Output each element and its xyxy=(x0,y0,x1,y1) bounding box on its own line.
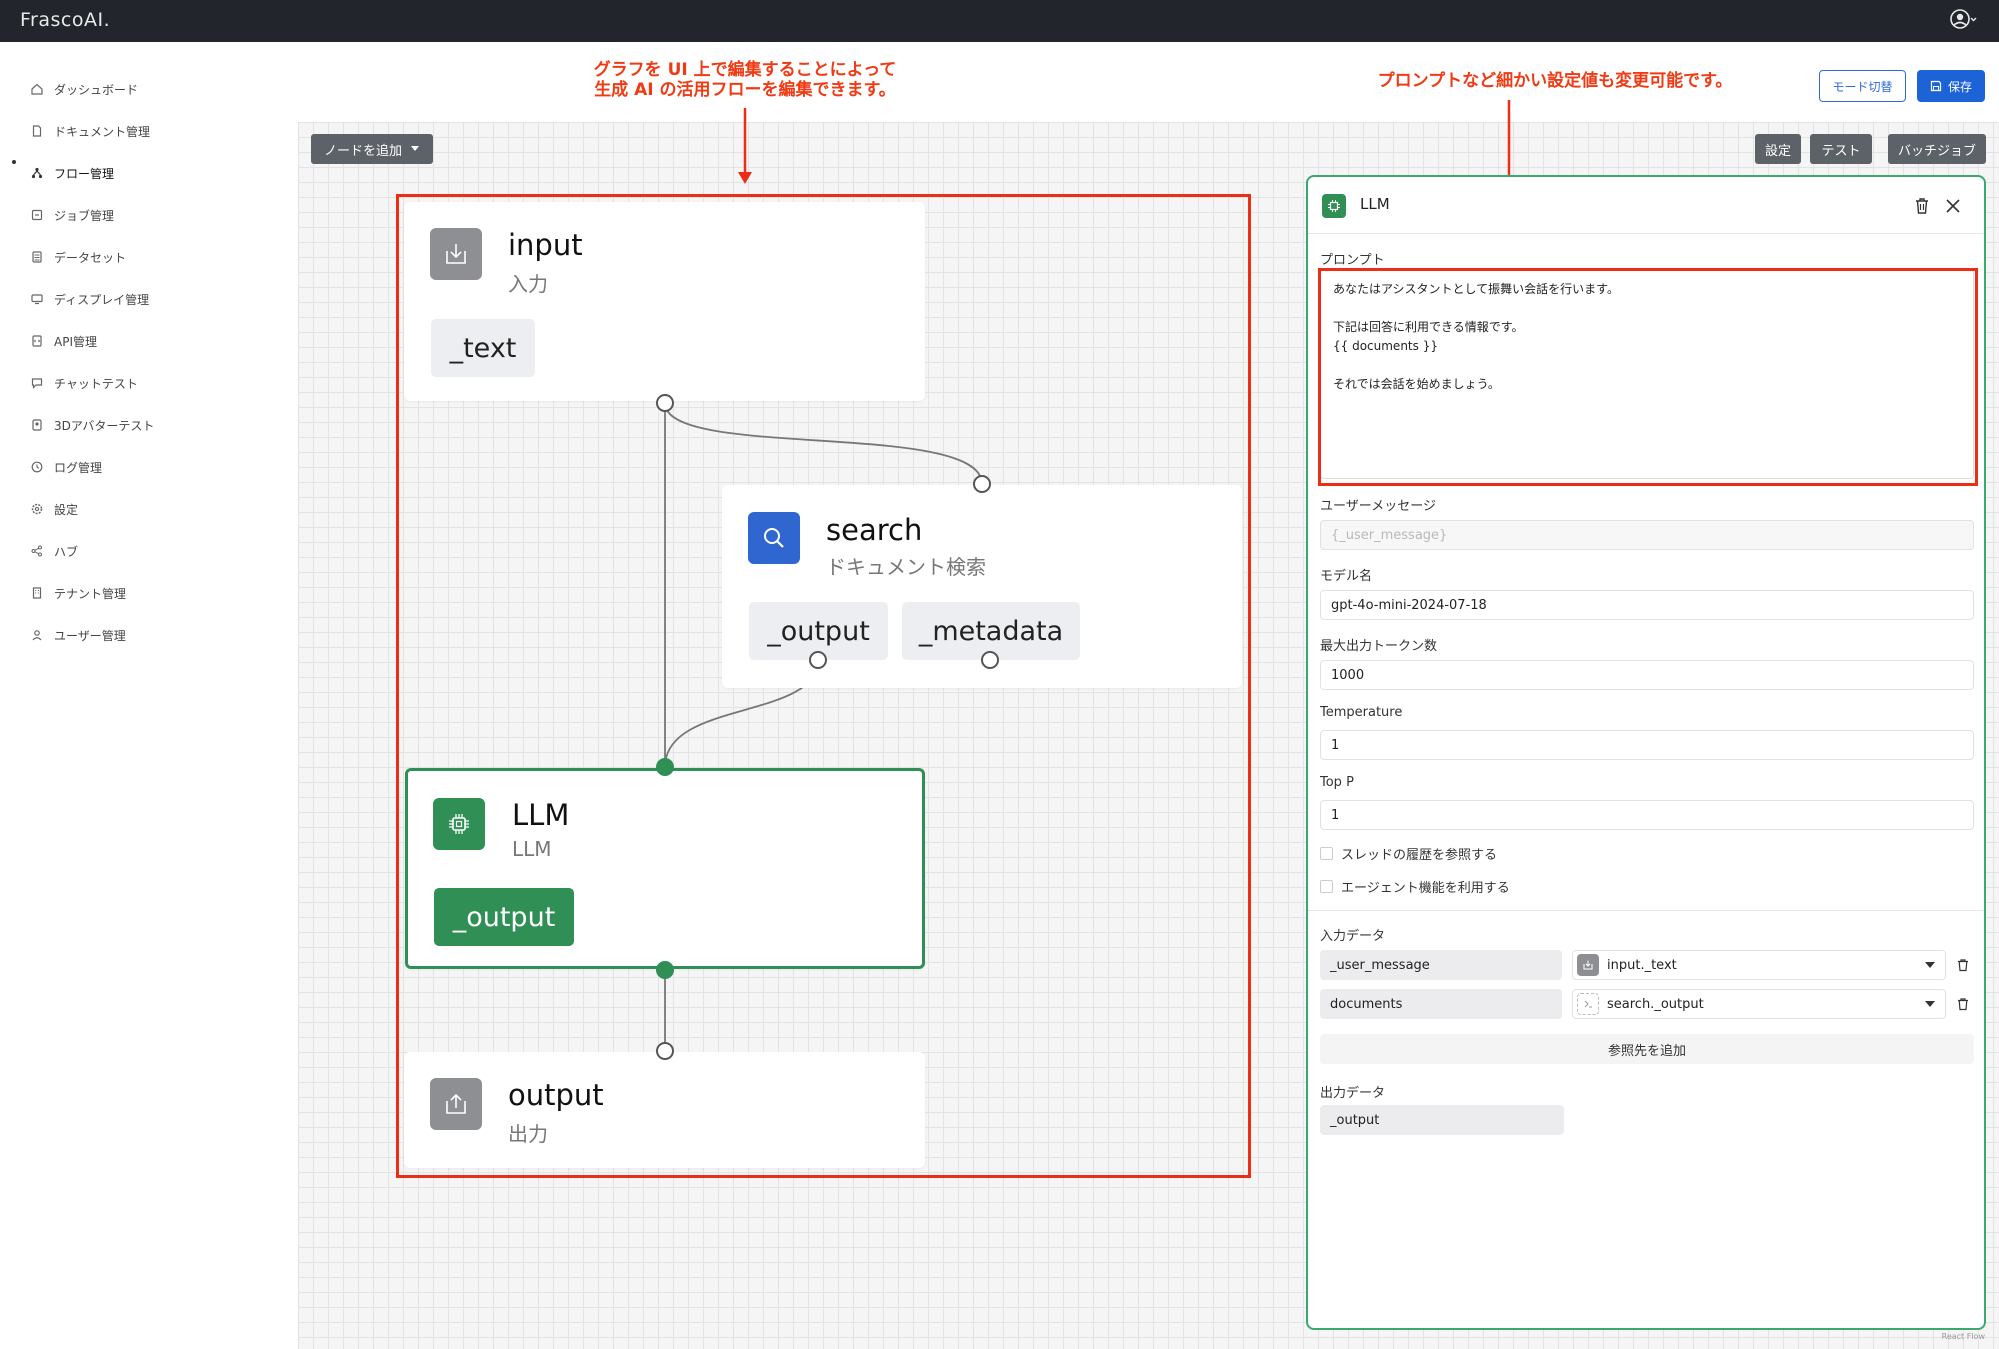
chevron-down-icon xyxy=(1925,1001,1935,1007)
add-reference-button[interactable]: 参照先を追加 xyxy=(1320,1034,1974,1064)
download-icon xyxy=(1577,954,1599,976)
chip-icon xyxy=(1322,194,1346,218)
panel-divider xyxy=(1308,233,1984,234)
chip-icon xyxy=(433,798,485,850)
llm-source-handle[interactable] xyxy=(656,961,674,979)
search-metadata-handle[interactable] xyxy=(981,651,999,669)
prompt-label: プロンプト xyxy=(1320,253,1385,268)
node-subtitle: 入力 xyxy=(508,272,548,296)
node-input[interactable]: input 入力 _text xyxy=(404,202,925,401)
top-p-input[interactable]: 1 xyxy=(1320,800,1974,830)
node-subtitle: LLM xyxy=(512,837,552,861)
delete-node-button[interactable] xyxy=(1914,197,1930,215)
input-source-value: search._output xyxy=(1607,996,1704,1012)
search-target-handle[interactable] xyxy=(973,475,991,493)
annotation-prompt-box xyxy=(1318,268,1978,486)
panel-title: LLM xyxy=(1360,195,1390,213)
output-name-field[interactable]: _output xyxy=(1320,1105,1564,1135)
thread-history-checkbox-row[interactable]: スレッドの履歴を参照する xyxy=(1320,844,1497,863)
user-message-input[interactable]: {_user_message} xyxy=(1320,520,1974,550)
panel-divider xyxy=(1308,910,1984,911)
input-source-value: input._text xyxy=(1607,957,1677,973)
trash-icon xyxy=(1958,959,1968,972)
close-icon xyxy=(1946,199,1960,213)
react-flow-attribution[interactable]: React Flow xyxy=(1942,1332,1985,1341)
temperature-label: Temperature xyxy=(1320,705,1403,720)
node-subtitle: 出力 xyxy=(508,1122,548,1146)
node-title: output xyxy=(508,1078,604,1112)
input-source-select[interactable]: input._text xyxy=(1572,950,1946,980)
input-name-field[interactable]: _user_message xyxy=(1320,950,1562,980)
remove-input-button[interactable] xyxy=(1956,957,1972,973)
agent-checkbox[interactable] xyxy=(1320,880,1333,893)
node-title: LLM xyxy=(512,798,570,832)
upload-icon xyxy=(430,1078,482,1130)
user-message-label: ユーザーメッセージ xyxy=(1320,499,1436,514)
thread-history-label: スレッドの履歴を参照する xyxy=(1341,848,1498,863)
annotation-arrow-left-head xyxy=(738,172,752,184)
trash-icon xyxy=(1916,198,1928,214)
agent-label: エージェント機能を利用する xyxy=(1341,881,1510,896)
model-input[interactable]: gpt-4o-mini-2024-07-18 xyxy=(1320,590,1974,620)
node-llm[interactable]: LLM LLM _output xyxy=(405,768,925,969)
trash-icon xyxy=(1958,998,1968,1011)
download-icon xyxy=(430,228,482,280)
node-subtitle: ドキュメント検索 xyxy=(826,555,986,579)
output-data-label: 出力データ xyxy=(1320,1086,1386,1101)
node-title: input xyxy=(508,228,583,262)
llm-target-handle[interactable] xyxy=(656,758,674,776)
input-source-handle[interactable] xyxy=(656,394,674,412)
top-p-label: Top P xyxy=(1320,775,1354,790)
search-output-handle[interactable] xyxy=(809,651,827,669)
port-text[interactable]: _text xyxy=(431,319,535,377)
max-tokens-label: 最大出力トークン数 xyxy=(1320,639,1438,654)
input-data-label: 入力データ xyxy=(1320,929,1386,944)
thread-history-checkbox[interactable] xyxy=(1320,847,1333,860)
agent-checkbox-row[interactable]: エージェント機能を利用する xyxy=(1320,877,1510,896)
port-output[interactable]: _output xyxy=(434,888,574,946)
remove-input-button[interactable] xyxy=(1956,996,1972,1012)
max-tokens-input[interactable]: 1000 xyxy=(1320,660,1974,690)
variable-icon xyxy=(1577,993,1599,1015)
chevron-down-icon xyxy=(1925,962,1935,968)
temperature-input[interactable]: 1 xyxy=(1320,730,1974,760)
model-label: モデル名 xyxy=(1320,569,1373,584)
input-name-field[interactable]: documents xyxy=(1320,989,1562,1019)
close-panel-button[interactable] xyxy=(1945,198,1961,214)
search-icon xyxy=(748,512,800,564)
node-title: search xyxy=(826,513,923,547)
output-target-handle[interactable] xyxy=(656,1042,674,1060)
input-source-select[interactable]: search._output xyxy=(1572,989,1946,1019)
node-output[interactable]: output 出力 xyxy=(404,1052,925,1168)
